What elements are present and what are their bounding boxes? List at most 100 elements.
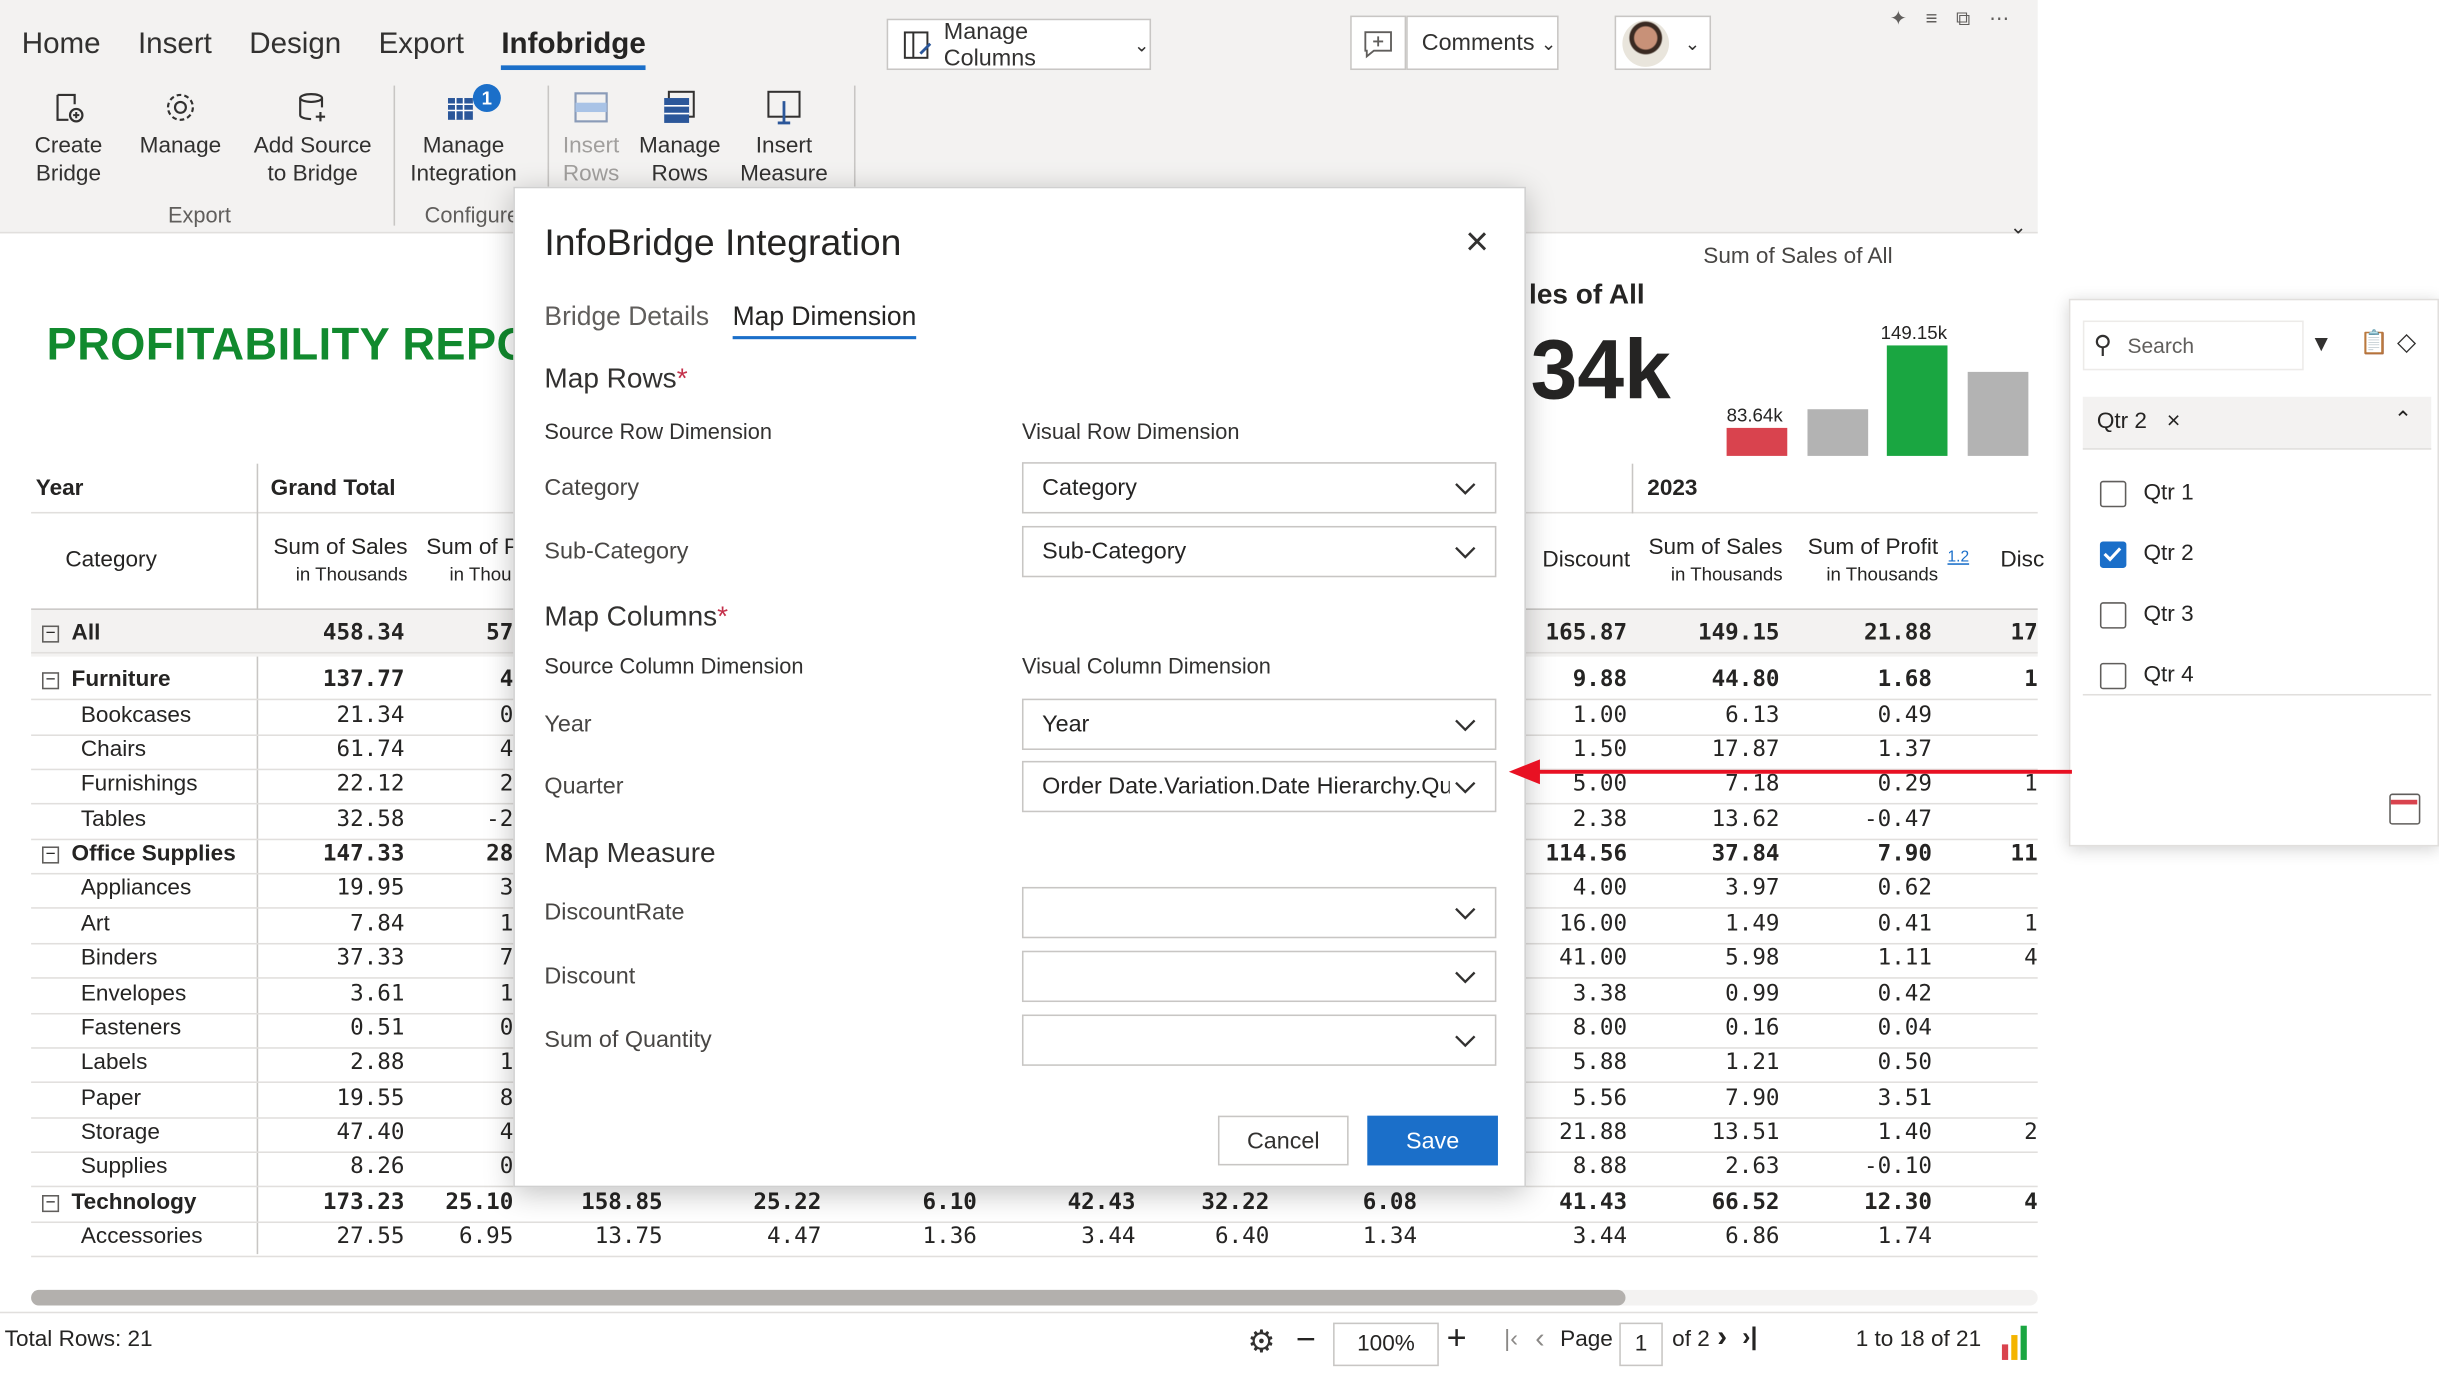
visual-row-select-category[interactable]: Category bbox=[1021, 462, 1497, 514]
settings-gear-icon[interactable]: ⚙ bbox=[1248, 1323, 1276, 1362]
tab-export[interactable]: Export bbox=[379, 28, 464, 70]
calendar-icon[interactable] bbox=[2389, 793, 2421, 825]
collapse-icon: − bbox=[41, 1194, 60, 1212]
slicer-item[interactable]: Qtr 1 bbox=[2083, 468, 2431, 518]
scrollbar-thumb[interactable] bbox=[31, 1289, 1626, 1306]
manage-columns-dropdown[interactable]: Manage Columns ⌄ bbox=[886, 18, 1152, 71]
cell-technology-value: 6.08 bbox=[1362, 1189, 1418, 1215]
page-count: of 2 bbox=[1672, 1327, 1710, 1353]
prev-page-icon[interactable]: ‹ bbox=[1535, 1323, 1544, 1356]
pin-icon[interactable]: ✦ bbox=[1890, 6, 1926, 29]
first-page-icon[interactable]: |‹ bbox=[1504, 1326, 1518, 1352]
zoom-in-button[interactable]: + bbox=[1447, 1318, 1467, 1358]
horizontal-scrollbar[interactable] bbox=[31, 1289, 2038, 1306]
slicer-item[interactable]: Qtr 3 bbox=[2083, 590, 2431, 640]
cell-sales-2023: 0.16 bbox=[1725, 1015, 1780, 1041]
row-label: Office Supplies bbox=[71, 841, 236, 867]
cell-grand-total-profit: 1 bbox=[499, 911, 514, 937]
insert-rows-icon bbox=[574, 92, 608, 123]
tab-insert[interactable]: Insert bbox=[138, 28, 212, 70]
slicer-item[interactable]: Qtr 4 bbox=[2083, 650, 2431, 700]
comments-dropdown[interactable]: Comments ⌄ bbox=[1406, 15, 1559, 71]
focus-mode-icon[interactable]: ⧉ bbox=[1956, 6, 1989, 29]
cell-profit-2023: 0.50 bbox=[1877, 1050, 1932, 1076]
tab-map-dimension[interactable]: Map Dimension bbox=[732, 302, 917, 340]
row-label: Paper bbox=[80, 1085, 142, 1111]
row-label: Tables bbox=[80, 807, 147, 833]
kpi-subtitle: les of All bbox=[1529, 278, 1645, 310]
filter-icon[interactable]: ▾ bbox=[2315, 328, 2328, 359]
tab-infobridge[interactable]: Infobridge bbox=[501, 28, 646, 71]
page-input[interactable]: 1 bbox=[1619, 1322, 1663, 1367]
cell-discount: 3.38 bbox=[1572, 981, 1628, 1006]
visual-row-select-subcategory[interactable]: Sub-Category bbox=[1021, 525, 1497, 578]
slicer-checkbox[interactable] bbox=[2099, 480, 2127, 508]
manage-label: Manage bbox=[139, 133, 222, 159]
search-placeholder[interactable]: Search bbox=[2127, 334, 2194, 357]
visual-column-select-year[interactable]: Year bbox=[1021, 698, 1497, 750]
cancel-button[interactable]: Cancel bbox=[1217, 1115, 1349, 1166]
manage-integration-label-1: Manage bbox=[422, 133, 505, 159]
clipboard-icon[interactable]: 📋 bbox=[2360, 328, 2389, 356]
cell-discount: 3.44 bbox=[1572, 1224, 1628, 1250]
insert-measure-button[interactable]: Insert Measure bbox=[737, 89, 830, 189]
cell-sales-2023: 7.90 bbox=[1725, 1085, 1780, 1111]
measure-select-discount[interactable] bbox=[1021, 950, 1497, 1003]
ribbon-collapse-icon[interactable]: ⌄ bbox=[2010, 215, 2027, 240]
map-measure-heading: Map Measure bbox=[544, 837, 716, 869]
column-subheader: in Thousands bbox=[295, 563, 408, 586]
visual-column-select-quarter[interactable]: Order Date.Variation.Date Hierarchy.Qu bbox=[1021, 760, 1497, 813]
manage-rows-button[interactable]: Manage Rows bbox=[635, 89, 725, 189]
eraser-icon[interactable]: ◇ bbox=[2397, 327, 2416, 358]
slicer-selection-bar[interactable]: Qtr 2 × ⌃ bbox=[2082, 396, 2432, 450]
cell-sales-2023: 1.21 bbox=[1725, 1050, 1780, 1076]
collapse-icon: − bbox=[41, 625, 60, 643]
cell-grand-total-sales: 22.12 bbox=[336, 772, 405, 798]
slicer-item[interactable]: Qtr 2 bbox=[2083, 529, 2431, 579]
kpi-bar-label-max: 149.15k bbox=[1880, 322, 1948, 344]
slicer-search-box[interactable]: ⚲ Search bbox=[2082, 320, 2304, 371]
tab-home[interactable]: Home bbox=[22, 28, 101, 70]
cell-accessories-value: 3.44 bbox=[1081, 1224, 1136, 1250]
comment-add-button[interactable] bbox=[1350, 15, 1407, 71]
measure-select-quantity[interactable] bbox=[1021, 1014, 1497, 1066]
next-page-icon[interactable]: › bbox=[1717, 1321, 1727, 1355]
manage-button[interactable]: Manage bbox=[137, 89, 224, 161]
cell-profit-2023: 7.90 bbox=[1877, 841, 1932, 867]
row-label: Art bbox=[80, 911, 110, 937]
zoom-out-button[interactable]: − bbox=[1296, 1319, 1316, 1359]
last-page-icon[interactable]: ›| bbox=[1742, 1324, 1757, 1352]
cell-accessories-value: 4.47 bbox=[766, 1224, 822, 1250]
cell-profit-2023: 1.11 bbox=[1877, 946, 1932, 972]
kpi-bar-red bbox=[1726, 427, 1788, 456]
save-button[interactable]: Save bbox=[1367, 1115, 1498, 1166]
tab-bridge-details[interactable]: Bridge Details bbox=[544, 302, 709, 333]
manage-integration-button[interactable]: 1 Manage Integration bbox=[404, 84, 522, 189]
create-bridge-button[interactable]: Create Bridge bbox=[28, 89, 109, 189]
cell-profit-2023: 1.68 bbox=[1877, 668, 1932, 693]
chevron-down-icon: ⌄ bbox=[1540, 31, 1557, 54]
cell-discount: 1.00 bbox=[1572, 702, 1628, 728]
measure-select-discountrate[interactable] bbox=[1021, 886, 1497, 939]
chevron-up-icon[interactable]: ⌃ bbox=[2394, 406, 2412, 432]
clear-selection-icon[interactable]: × bbox=[2167, 408, 2181, 434]
filter-icon[interactable]: ≡ bbox=[1926, 6, 1956, 29]
insert-rows-button[interactable]: Insert Rows bbox=[557, 89, 625, 189]
cell-accessories-value: 13.75 bbox=[594, 1224, 663, 1250]
tab-design[interactable]: Design bbox=[249, 28, 341, 70]
slicer-checkbox[interactable] bbox=[2099, 602, 2127, 629]
add-source-button[interactable]: Add Source to Bridge bbox=[252, 89, 373, 189]
more-options-icon[interactable]: ⋯ bbox=[1989, 6, 2028, 29]
row-label: Binders bbox=[80, 946, 158, 972]
zoom-input[interactable]: 100% bbox=[1333, 1322, 1439, 1367]
cell-grand-total-profit: 6.95 bbox=[458, 1224, 514, 1250]
column-source-year: Year bbox=[544, 711, 592, 738]
cell-grand-total-profit: 4 bbox=[499, 737, 514, 763]
cell-discount: 5.88 bbox=[1572, 1050, 1628, 1076]
close-icon[interactable]: × bbox=[1465, 219, 1489, 263]
slicer-checkbox[interactable] bbox=[2099, 541, 2127, 568]
user-profile-dropdown[interactable]: ⌄ bbox=[1614, 15, 1712, 71]
slicer-checkbox[interactable] bbox=[2099, 662, 2127, 690]
cell-discount: 4.00 bbox=[1572, 876, 1628, 902]
cell-grand-total-profit: 7 bbox=[499, 946, 514, 972]
